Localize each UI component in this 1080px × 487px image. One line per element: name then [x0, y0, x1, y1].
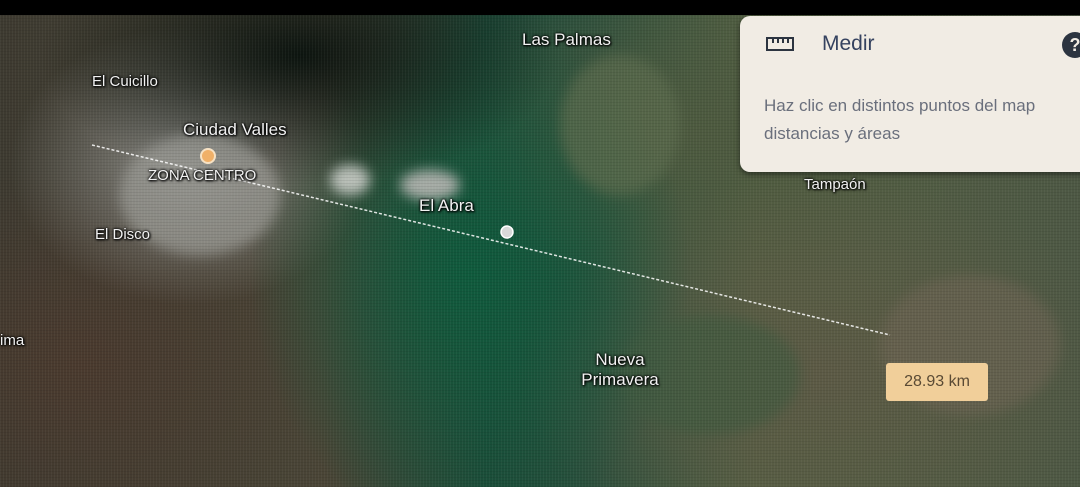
measure-title: Medir	[822, 32, 875, 55]
place-label-las-palmas: Las Palmas	[522, 30, 611, 49]
place-label-el-abra: El Abra	[419, 196, 474, 215]
place-label-ciudad-valles: Ciudad Valles	[183, 120, 287, 139]
ruler-icon	[766, 37, 794, 51]
measure-instructions-line2: distancias y áreas	[764, 124, 901, 143]
place-label-el-disco: El Disco	[95, 226, 151, 243]
place-label-el-cuicillo: El Cuicillo	[92, 73, 158, 90]
measure-instructions-line1: Haz clic en distintos puntos del map	[764, 96, 1036, 115]
place-label-tampaon: Tampaón	[804, 176, 866, 193]
measure-panel: Medir ? Haz clic en distintos puntos del…	[740, 16, 1080, 172]
top-black-bar	[0, 0, 1080, 15]
distance-label: 28.93 km	[886, 363, 988, 401]
location-pin-icon[interactable]	[200, 148, 216, 164]
measure-point[interactable]	[500, 225, 514, 239]
measure-panel-header: Medir ?	[740, 16, 1080, 74]
map-viewport[interactable]: Las Palmas El Cuicillo Ciudad Valles ZON…	[0, 0, 1080, 487]
help-icon[interactable]: ?	[1062, 32, 1080, 58]
place-label-zona-centro: ZONA CENTRO	[148, 167, 257, 184]
place-label-ima: ima	[0, 332, 25, 349]
place-label-nueva-primavera: Nueva Primavera	[581, 350, 659, 389]
measure-instructions: Haz clic en distintos puntos del map dis…	[764, 92, 1080, 148]
